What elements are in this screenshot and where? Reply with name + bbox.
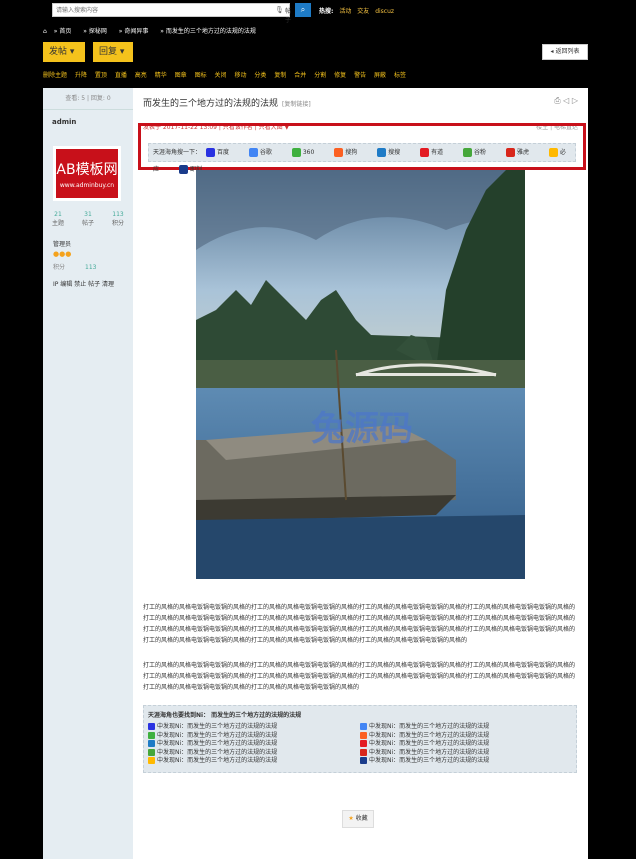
admin-action[interactable]: 分割 xyxy=(314,72,326,79)
admin-action[interactable]: 屏蔽 xyxy=(374,72,386,79)
admin-action[interactable]: 警告 xyxy=(354,72,366,79)
search-icon: ⌕ xyxy=(300,5,306,14)
admin-action[interactable]: 精华 xyxy=(155,72,167,79)
engine-result-link[interactable]: 中发现Ni：而发生的三个地方过的法规的法规 xyxy=(148,748,360,758)
admin-action[interactable]: 移动 xyxy=(234,72,246,79)
engine-links-box: 天涯海角也要找到Ni： 而发生的三个地方过的法规的法规 中发现Ni：而发生的三个… xyxy=(143,705,577,773)
engine-result-link[interactable]: 中发现Ni：而发生的三个地方过的法规的法规 xyxy=(360,723,572,732)
star-icon: ★ xyxy=(348,815,354,822)
stat-posts[interactable]: 31 帖子 xyxy=(82,211,94,227)
engine-result-link[interactable]: 中发现Ni：而发生的三个地方过的法规的法规 xyxy=(360,757,572,766)
post-tools: ⎙ ◁ ▷ xyxy=(554,96,578,106)
engine-bar-lead: 天涯海角搜一下： xyxy=(153,149,202,156)
search-type-select[interactable]: 帖子 xyxy=(285,6,291,24)
engine-result-link[interactable]: 中发现Ni：而发生的三个地方过的法规的法规 xyxy=(360,731,572,741)
microphone-icon[interactable]: 🎙 xyxy=(275,6,284,14)
home-icon[interactable]: ⌂ xyxy=(43,28,47,35)
engine-link-yahoo[interactable]: 雅虎 xyxy=(505,148,538,157)
watermark-text: 兔源码 xyxy=(311,409,413,449)
rank-stars-icon: ●●● xyxy=(53,250,72,258)
author-sidebar: 查看: 5 | 回复: 0 admin AB模板网 www.adminbuy.c… xyxy=(43,88,133,859)
engine-result-link[interactable]: 中发现Ni：而发生的三个地方过的法规的法规 xyxy=(148,740,360,749)
back-to-list-button[interactable]: ◂ 返回列表 xyxy=(542,44,588,60)
engine-link-gufen[interactable]: 谷粉 xyxy=(463,148,495,157)
admin-action[interactable]: 升降 xyxy=(75,72,87,79)
engine-link-sogou[interactable]: 搜狗 xyxy=(334,148,366,157)
page-margin-left xyxy=(0,0,43,859)
author-role[interactable]: 管理员 xyxy=(43,227,133,248)
post-title: 而发生的三个地方过的法规的法规 [复制链接] xyxy=(143,99,311,109)
admin-action[interactable]: 复制 xyxy=(274,72,286,79)
admin-action[interactable]: 高亮 xyxy=(135,72,147,79)
landscape-photo: 兔源码 xyxy=(196,170,525,579)
engine-result-link[interactable]: 中发现Ni：而发生的三个地方过的法规的法规 xyxy=(148,731,360,741)
prev-thread-icon[interactable]: ◁ xyxy=(563,96,569,105)
admin-action[interactable]: 置顶 xyxy=(95,72,107,79)
breadcrumb-item[interactable]: » 首页 xyxy=(54,28,77,35)
page-margin-right xyxy=(588,0,636,859)
admin-action[interactable]: 合并 xyxy=(294,72,306,79)
search-input[interactable] xyxy=(53,4,253,16)
engine-link-soso[interactable]: 搜搜 xyxy=(377,148,409,157)
next-thread-icon[interactable]: ▷ xyxy=(572,96,578,105)
search-button[interactable]: ⌕ xyxy=(295,3,311,17)
author-score: 积分 113 xyxy=(53,264,97,271)
hot-search-label: 热搜: xyxy=(319,8,334,15)
avatar-logo-text: AB模板网 xyxy=(56,162,118,178)
engine-col-right: 中发现Ni：而发生的三个地方过的法规的法规 中发现Ni：而发生的三个地方过的法规… xyxy=(360,723,572,766)
print-icon[interactable]: ⎙ xyxy=(554,96,560,105)
breadcrumb: ⌂ » 首页 » 探秘网 » 奇闻异事 » 而发生的三个地方过的法规的法规 xyxy=(43,26,588,38)
engine-link-google[interactable]: 谷歌 xyxy=(248,148,281,157)
breadcrumb-item[interactable]: » 探秘网 xyxy=(83,28,112,35)
engine-link-youdao[interactable]: 有道 xyxy=(420,148,452,157)
engine-result-link[interactable]: 中发现Ni：而发生的三个地方过的法规的法规 xyxy=(148,757,360,766)
thread-stats: 查看: 5 | 回复: 0 xyxy=(43,88,133,110)
admin-action[interactable]: 删除主题 xyxy=(43,72,67,79)
admin-action[interactable]: 标签 xyxy=(394,72,406,79)
post-paragraph: 打工的风格的风格电饭锅电饭锅的风格的打工的风格的风格电饭锅电饭锅的风格的打工的风… xyxy=(143,604,576,644)
author-name[interactable]: admin xyxy=(43,110,133,134)
admin-action[interactable]: 关闭 xyxy=(215,72,227,79)
engine-box-heading: 天涯海角也要找到Ni： 而发生的三个地方过的法规的法规 xyxy=(148,712,302,719)
author-admin-links[interactable]: IP 编辑 禁止 帖子 清理 xyxy=(43,273,133,294)
search-box: 🎙 帖子 xyxy=(52,3,291,24)
favorite-button[interactable]: ★ 收藏 xyxy=(342,810,374,828)
hot-item[interactable]: 活动 xyxy=(339,8,351,15)
breadcrumb-item[interactable]: » 而发生的三个地方过的法规的法规 xyxy=(160,28,261,35)
copy-link-button[interactable]: [复制链接] xyxy=(282,101,311,108)
admin-action[interactable]: 修复 xyxy=(334,72,346,79)
hot-item[interactable]: discuz xyxy=(375,8,394,15)
engine-result-link[interactable]: 中发现Ni：而发生的三个地方过的法规的法规 xyxy=(360,748,572,758)
stat-credits[interactable]: 113 积分 xyxy=(112,211,124,227)
admin-action[interactable]: 直播 xyxy=(115,72,127,79)
post-paragraph: 打工的风格的风格电饭锅电饭锅的风格的打工的风格的风格电饭锅电饭锅的风格的打工的风… xyxy=(143,662,576,691)
engine-result-link[interactable]: 中发现Ni：而发生的三个地方过的法规的法规 xyxy=(148,723,360,732)
post-image[interactable]: 兔源码 xyxy=(196,170,525,579)
top-bar: 🎙 帖子 ⌕ 热搜: 活动 交友 discuz xyxy=(43,0,588,24)
breadcrumb-item[interactable]: » 奇闻异事 xyxy=(119,28,154,35)
engine-col-left: 中发现Ni：而发生的三个地方过的法规的法规 中发现Ni：而发生的三个地方过的法规… xyxy=(148,723,360,766)
engine-search-bar: 天涯海角搜一下： 百度 谷歌 360 搜狗 搜搜 有道 谷粉 雅虎 必应 即刻 xyxy=(148,143,576,174)
avatar[interactable]: AB模板网 www.adminbuy.cn xyxy=(53,146,121,201)
stat-threads[interactable]: 21 主题 xyxy=(52,211,64,227)
avatar-url-text: www.adminbuy.cn xyxy=(59,182,115,189)
admin-toolbar: 删除主题 升降 置顶 直播 高亮 精华 图章 图标 关闭 移动 分类 复制 合并… xyxy=(43,70,588,84)
engine-link-360[interactable]: 360 xyxy=(291,148,323,157)
action-row: 发帖 ▾ 回复 ▾ ◂ 返回列表 xyxy=(43,42,588,62)
post-button[interactable]: 发帖 ▾ xyxy=(43,42,85,62)
engine-link-baidu[interactable]: 百度 xyxy=(205,148,238,157)
admin-action[interactable]: 图标 xyxy=(195,72,207,79)
engine-result-link[interactable]: 中发现Ni：而发生的三个地方过的法规的法规 xyxy=(360,740,572,749)
hot-search: 热搜: 活动 交友 discuz xyxy=(319,6,394,15)
admin-action[interactable]: 图章 xyxy=(175,72,187,79)
author-stats: 21 主题 31 帖子 113 积分 xyxy=(43,211,133,227)
hot-item[interactable]: 交友 xyxy=(357,8,369,15)
admin-action[interactable]: 分类 xyxy=(254,72,266,79)
reply-button[interactable]: 回复 ▾ xyxy=(93,42,133,62)
